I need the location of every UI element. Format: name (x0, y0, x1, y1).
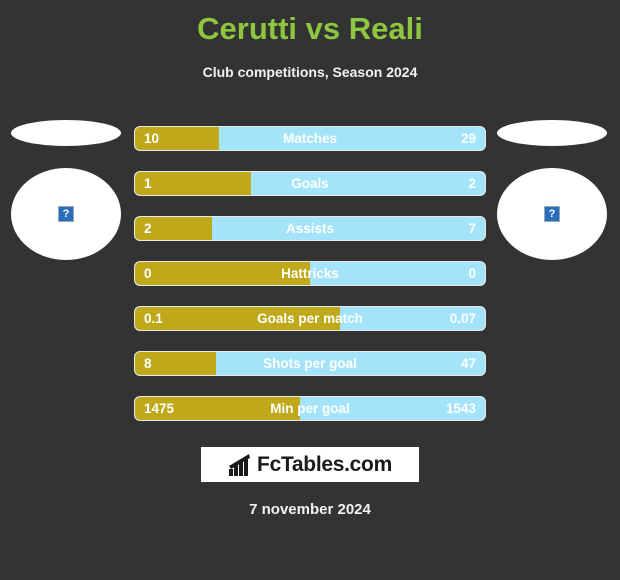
stat-label: Matches (282, 131, 338, 146)
away-stat-value: 47 (460, 356, 476, 371)
away-photo-frame: ? (497, 168, 607, 260)
stat-label: Goals (291, 176, 329, 191)
broken-image-icon: ? (58, 206, 74, 222)
stat-label: Goals per match (257, 311, 363, 326)
stat-comparison-card: Cerutti vs Reali Club competitions, Seas… (0, 0, 620, 580)
stat-bar-row: 0 Hattricks 0 (134, 261, 486, 286)
stat-label: Min per goal (270, 401, 350, 416)
stat-bar-row: 1 Goals 2 (134, 171, 486, 196)
page-subtitle: Club competitions, Season 2024 (202, 64, 418, 80)
fctables-logo-text: FcTables.com (257, 452, 392, 476)
fctables-logo[interactable]: FcTables.com (201, 447, 419, 482)
away-stat-value: 7 (468, 221, 476, 236)
away-player-photo: ? (497, 120, 607, 260)
away-stat-value: 1543 (445, 401, 476, 416)
stat-bar-row: 2 Assists 7 (134, 216, 486, 241)
away-photo-top-ellipse (497, 120, 607, 146)
home-photo-top-ellipse (11, 120, 121, 146)
stat-label: Hattricks (281, 266, 339, 281)
broken-image-icon: ? (544, 206, 560, 222)
home-photo-frame: ? (11, 168, 121, 260)
bar-chart-icon (229, 453, 251, 476)
stat-bar-list: 10 Matches 29 1 Goals 2 2 Assists 7 0 Hattricks 0 0.… (134, 126, 486, 441)
away-stat-value: 29 (460, 131, 476, 146)
page-title: Cerutti vs Reali (197, 11, 423, 46)
away-stat-value: 2 (468, 176, 476, 191)
home-player-photo: ? (11, 120, 121, 260)
stat-label: Shots per goal (263, 356, 357, 371)
away-stat-value: 0.07 (449, 311, 476, 326)
stat-bar-row: 0.1 Goals per match 0.07 (134, 306, 486, 331)
stat-bar-row: 1475 Min per goal 1543 (134, 396, 486, 421)
stat-bar-row: 10 Matches 29 (134, 126, 486, 151)
stat-bar-row: 8 Shots per goal 47 (134, 351, 486, 376)
stat-label: Assists (285, 221, 335, 236)
report-date: 7 november 2024 (249, 501, 371, 518)
away-stat-value: 0 (468, 266, 476, 281)
